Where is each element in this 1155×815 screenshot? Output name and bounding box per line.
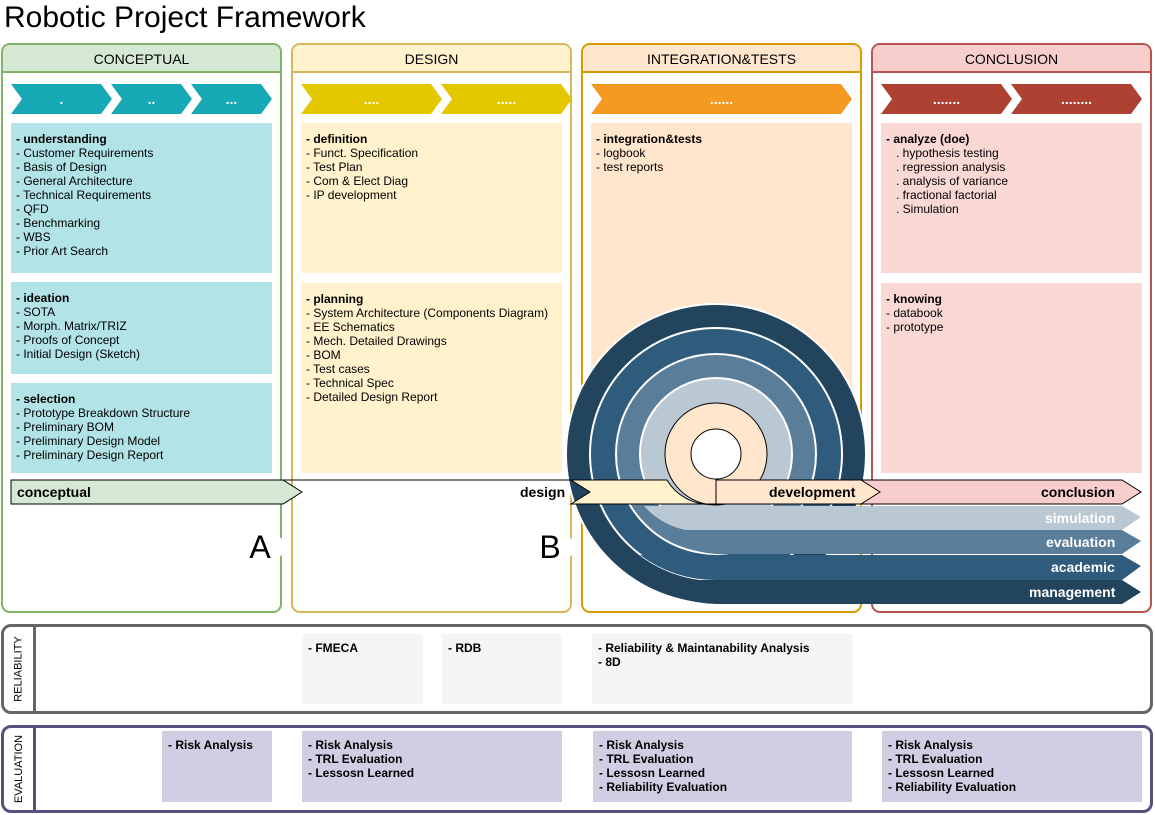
- list-item: - RDB: [448, 641, 482, 655]
- list-item: - TRL Evaluation: [888, 752, 983, 766]
- arrow-segment-design: [282, 479, 717, 505]
- reliability-box-fmeca: - FMECA: [302, 634, 423, 704]
- band-label-academic: academic: [1051, 559, 1115, 575]
- list-item: - Reliability & Maintanability Analysis: [598, 641, 810, 655]
- band-label-simulation: simulation: [17, 535, 88, 551]
- band-management: [11, 580, 1141, 604]
- milestone-a-label: A: [249, 529, 271, 565]
- list-item: - Risk Analysis: [599, 738, 684, 752]
- band-label-reliability: reliability: [17, 510, 79, 526]
- list-item: - Reliability Evaluation: [888, 780, 1017, 794]
- band-label-evaluation-right: evaluation: [1046, 534, 1116, 550]
- list-item: - Lessosn Learned: [599, 766, 706, 780]
- evaluation-box-conceptual: - Risk Analysis: [162, 731, 272, 802]
- lane-reliability-label: RELIABILITY: [13, 636, 26, 702]
- list-item: - Risk Analysis: [168, 738, 253, 752]
- evaluation-box-design: - Risk Analysis - TRL Evaluation - Lesso…: [302, 731, 562, 802]
- evaluation-box-integration: - Risk Analysis - TRL Evaluation - Lesso…: [593, 731, 852, 802]
- lane-reliability: RELIABILITY: [1, 624, 1153, 714]
- list-item: - Lessosn Learned: [308, 766, 415, 780]
- band-label-evaluation: evaluation: [13, 560, 83, 576]
- arrow-label-development: development: [769, 484, 856, 500]
- list-item: - 8D: [598, 655, 621, 669]
- arrow-label-conceptual: conceptual: [17, 484, 91, 500]
- list-item: - TRL Evaluation: [599, 752, 694, 766]
- list-item: - FMECA: [308, 641, 358, 655]
- milestone-b-label: B: [539, 529, 561, 565]
- arrow-label-design: design: [520, 484, 566, 500]
- reliability-box-analysis: - Reliability & Maintanability Analysis …: [592, 634, 853, 704]
- list-item: - Risk Analysis: [308, 738, 393, 752]
- lane-evaluation-label: EVALUATION: [13, 734, 25, 804]
- list-item: - Lessosn Learned: [888, 766, 995, 780]
- band-label-management-right: management: [1029, 584, 1116, 600]
- evaluation-box-conclusion: - Risk Analysis - TRL Evaluation - Lesso…: [882, 731, 1142, 802]
- list-item: - Risk Analysis: [888, 738, 973, 752]
- band-label-simulation-right: simulation: [1045, 510, 1116, 526]
- band-label-management: management: [13, 585, 100, 601]
- list-item: - Reliability Evaluation: [599, 780, 728, 794]
- list-item: - TRL Evaluation: [308, 752, 403, 766]
- reliability-box-rdb: - RDB: [442, 634, 562, 704]
- arrow-label-conclusion: conclusion: [1041, 484, 1115, 500]
